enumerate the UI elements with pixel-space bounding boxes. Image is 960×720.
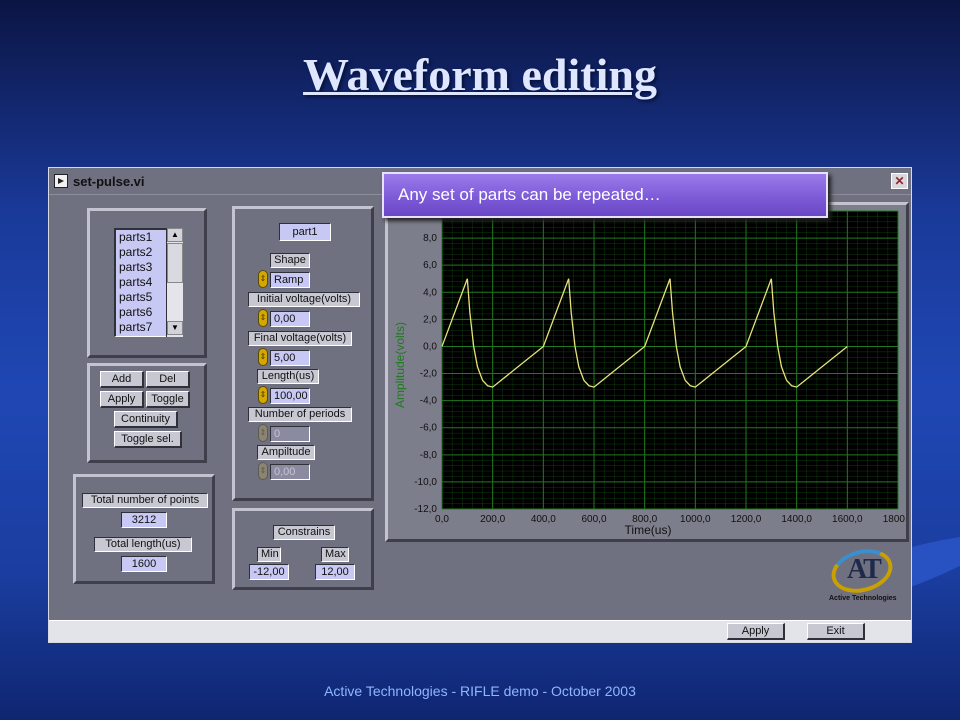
total-length-value: 1600 [121,556,167,572]
x-tick-label: 200,0 [480,514,505,525]
length-stepper-icon[interactable]: ⇕ [258,386,268,404]
slide-title: Waveform editing [303,49,657,100]
x-tick-label: 1200,0 [731,514,762,525]
amplitude-stepper-icon[interactable]: ⇕ [258,462,268,480]
y-tick-label: 4,0 [423,287,437,298]
y-tick-label: 2,0 [423,314,437,325]
parts-list-panel: parts1 parts2 parts3 parts4 parts5 parts… [87,208,207,358]
y-tick-label: -10,0 [414,477,437,488]
final-voltage-stepper-icon[interactable]: ⇕ [258,348,268,366]
initial-voltage-label: Initial voltage(volts) [248,292,360,307]
x-axis-label: Time(us) [625,523,672,537]
x-tick-label: 0,0 [435,514,449,525]
y-tick-label: 6,0 [423,260,437,271]
total-points-label: Total number of points [82,493,208,508]
scroll-thumb[interactable] [167,243,183,283]
amplitude-input[interactable]: 0,00 [270,464,310,480]
bottom-toolbar: Apply Exit [49,620,911,642]
waveform-graph-panel: 0,0 200,0 400,0 600,0 800,0 1000,0 1200,0 1400,… [385,202,914,542]
min-label: Min [257,547,281,562]
initial-voltage-input[interactable]: 0,00 [270,311,310,327]
scroll-up-icon[interactable]: ▲ [167,228,183,242]
part-editor-panel: part1 Shape ⇕ Ramp Initial voltage(volts… [232,206,374,501]
del-button[interactable]: Del [146,371,190,388]
shape-label: Shape [270,253,310,268]
window-title: set-pulse.vi [73,174,145,189]
y-axis-label: Amplitude(volts) [393,322,407,408]
toggle-button[interactable]: Toggle [146,391,190,408]
y-tick-label: -6,0 [420,423,438,434]
number-of-periods-label: Number of periods [248,407,352,422]
shape-value[interactable]: Ramp [270,272,310,288]
periods-input[interactable]: 0 [270,426,310,442]
y-tick-label: 8,0 [423,233,437,244]
continuity-button[interactable]: Continuity [114,411,178,428]
active-technologies-logo: AT Active Technologies [825,542,903,608]
x-tick-label: 1000,0 [680,514,711,525]
shape-ring-icon[interactable]: ⇕ [258,270,268,288]
x-tick-label: 1600,0 [832,514,863,525]
exit-button[interactable]: Exit [807,623,865,640]
toggle-sel-button[interactable]: Toggle sel. [114,431,182,448]
initial-voltage-stepper-icon[interactable]: ⇕ [258,309,268,327]
apply-button[interactable]: Apply [727,623,785,640]
y-tick-label: -8,0 [420,450,438,461]
amplitude-label: Ampiltude [257,445,315,460]
callout-annotation: Any set of parts can be repeated… [382,172,828,218]
length-input[interactable]: 100,00 [270,388,310,404]
logo-caption: Active Technologies [829,595,897,602]
y-tick-label: -4,0 [420,396,438,407]
add-button[interactable]: Add [100,371,144,388]
x-tick-label: 600,0 [581,514,606,525]
x-tick-label: 1400,0 [781,514,812,525]
periods-stepper-icon[interactable]: ⇕ [258,424,268,442]
waveform-chart: 0,0 200,0 400,0 600,0 800,0 1000,0 1200,0 1400,… [393,206,914,537]
final-voltage-label: Final voltage(volts) [248,331,352,346]
y-tick-label: -12,0 [414,504,437,515]
y-tick-label: 0,0 [423,341,437,352]
y-tick-label: -2,0 [420,369,438,380]
parts-list-scrollbar[interactable]: ▲ ▼ [166,228,183,337]
x-tick-label: 400,0 [531,514,556,525]
apply-part-button[interactable]: Apply [100,391,144,408]
min-input[interactable]: -12,00 [249,564,289,580]
part-name-field[interactable]: part1 [279,223,331,241]
labview-app-icon [54,174,68,188]
slide-footer: Active Technologies - RIFLE demo - Octob… [324,683,636,699]
part-actions-panel: Add Del Apply Toggle Continuity Toggle s… [87,363,207,463]
final-voltage-input[interactable]: 5,00 [270,350,310,366]
close-icon[interactable]: ✕ [891,173,908,189]
x-tick-label: 1800,0 [883,514,906,525]
constrains-label: Constrains [273,525,335,540]
totals-panel: Total number of points 3212 Total length… [73,474,215,584]
total-length-label: Total length(us) [94,537,192,552]
max-input[interactable]: 12,00 [315,564,355,580]
max-label: Max [321,547,349,562]
length-label: Length(us) [257,369,319,384]
total-points-value: 3212 [121,512,167,528]
scroll-down-icon[interactable]: ▼ [167,321,183,335]
logo-letters: AT [847,554,882,585]
labview-window: set-pulse.vi ✕ parts1 parts2 parts3 part… [48,167,914,643]
constrains-panel: Constrains Min Max -12,00 12,00 [232,508,374,590]
